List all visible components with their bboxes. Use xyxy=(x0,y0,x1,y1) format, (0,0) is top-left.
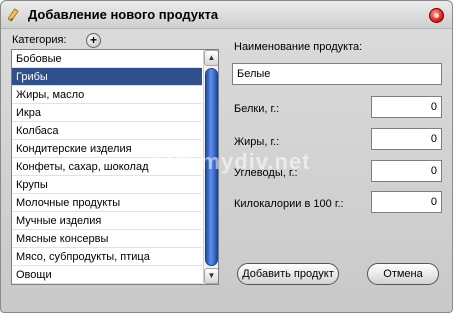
category-list-item[interactable]: Бобовые xyxy=(12,50,202,68)
watermark: soft.mydiv.net xyxy=(149,149,311,174)
kcal-label: Килокалории в 100 г.: xyxy=(234,198,344,210)
kcal-field[interactable]: 0 xyxy=(371,191,442,213)
fat-field[interactable]: 0 xyxy=(371,128,442,150)
category-list-item[interactable]: Мучные изделия xyxy=(12,212,202,230)
window-title: Добавление нового продукта xyxy=(28,7,219,22)
add-category-button[interactable]: + xyxy=(86,33,101,48)
category-list-item[interactable]: Мясные консервы xyxy=(12,230,202,248)
dialog-window: Добавление нового продукта Категория: + … xyxy=(0,0,453,313)
title-bar[interactable]: Добавление нового продукта xyxy=(1,1,452,29)
fat-label: Жиры, г.: xyxy=(234,136,280,148)
close-button[interactable] xyxy=(429,8,444,23)
category-list-item[interactable]: Мясо, субпродукты, птица xyxy=(12,248,202,266)
category-list-item[interactable]: Грибы xyxy=(12,68,202,86)
carbs-field[interactable]: 0 xyxy=(371,160,442,182)
category-list-item[interactable]: Жиры, масло xyxy=(12,86,202,104)
pencil-icon xyxy=(8,8,19,22)
protein-label: Белки, г.: xyxy=(234,103,280,115)
add-product-button[interactable]: Добавить продукт xyxy=(237,263,339,285)
category-list-item[interactable]: Икра xyxy=(12,104,202,122)
product-name-label: Наименование продукта: xyxy=(234,41,363,53)
protein-field[interactable]: 0 xyxy=(371,96,442,118)
scroll-down-icon[interactable]: ▼ xyxy=(204,268,218,284)
category-label: Категория: xyxy=(12,34,67,46)
scroll-up-icon[interactable]: ▲ xyxy=(204,50,218,66)
category-list-item[interactable]: Крупы xyxy=(12,176,202,194)
category-list-item[interactable]: Колбаса xyxy=(12,122,202,140)
cancel-button[interactable]: Отмена xyxy=(367,263,439,285)
product-name-field[interactable]: Белые xyxy=(232,63,442,85)
category-list-item[interactable]: Молочные продукты xyxy=(12,194,202,212)
category-list-item[interactable]: Овощи xyxy=(12,266,202,284)
